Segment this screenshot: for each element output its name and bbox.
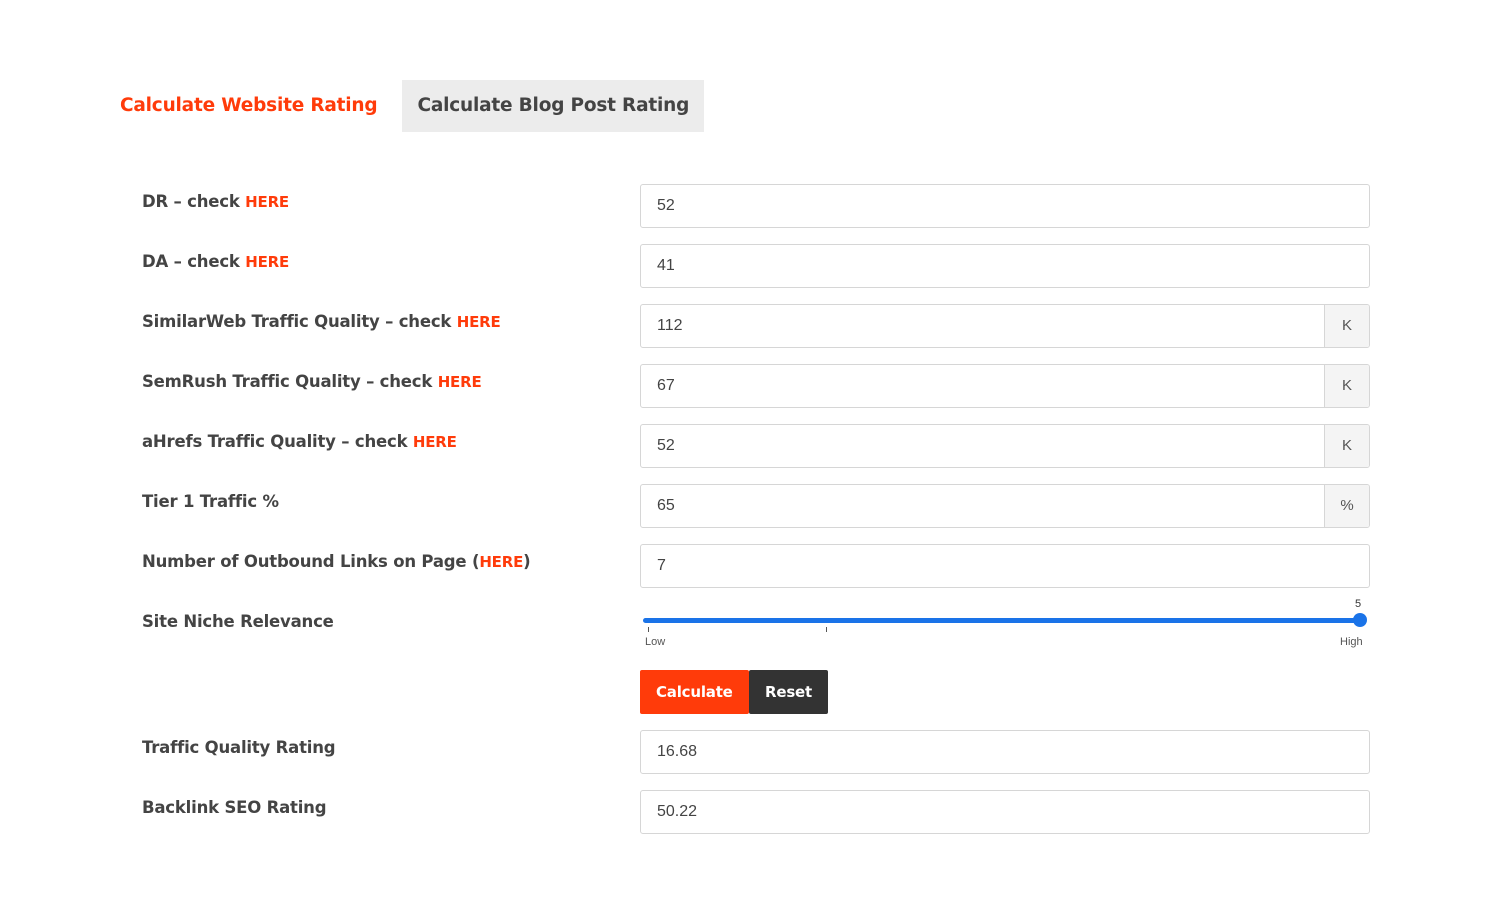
traffic-quality-rating-output	[641, 731, 1369, 773]
outbound-links-label: Number of Outbound Links on Page (HERE)	[142, 552, 531, 571]
slider-track[interactable]	[643, 618, 1361, 623]
dr-label: DR – check HERE	[142, 192, 289, 211]
similarweb-check-link[interactable]: HERE	[457, 313, 501, 331]
backlink-seo-rating-field	[640, 790, 1370, 834]
da-label: DA – check HERE	[142, 252, 290, 271]
dr-input[interactable]	[641, 185, 1369, 227]
niche-relevance-slider[interactable]: 5 Low High	[640, 598, 1370, 653]
dr-field	[640, 184, 1370, 228]
ahrefs-label: aHrefs Traffic Quality – check HERE	[142, 432, 457, 451]
rating-tabs: Calculate Website Rating Calculate Blog …	[100, 80, 705, 132]
ahrefs-unit-addon: K	[1324, 425, 1369, 467]
semrush-field: K	[640, 364, 1370, 408]
outbound-links-input[interactable]	[641, 545, 1369, 587]
calculate-button[interactable]: Calculate	[640, 670, 749, 714]
dr-check-link[interactable]: HERE	[245, 193, 289, 211]
slider-value: 5	[1355, 598, 1362, 610]
outbound-links-check-link[interactable]: HERE	[479, 553, 523, 571]
backlink-seo-rating-label: Backlink SEO Rating	[142, 798, 327, 817]
outbound-links-field	[640, 544, 1370, 588]
traffic-quality-rating-label: Traffic Quality Rating	[142, 738, 336, 757]
similarweb-field: K	[640, 304, 1370, 348]
similarweb-input[interactable]	[641, 305, 1324, 347]
semrush-unit-addon: K	[1324, 365, 1369, 407]
backlink-seo-rating-output	[641, 791, 1369, 833]
tier1-input[interactable]	[641, 485, 1324, 527]
tier1-field: %	[640, 484, 1370, 528]
slider-low-label: Low	[645, 636, 666, 648]
semrush-label: SemRush Traffic Quality – check HERE	[142, 372, 482, 391]
reset-button[interactable]: Reset	[749, 670, 828, 714]
tier1-label: Tier 1 Traffic %	[142, 492, 279, 511]
da-field	[640, 244, 1370, 288]
tab-calculate-website-rating[interactable]: Calculate Website Rating	[100, 80, 402, 132]
ahrefs-check-link[interactable]: HERE	[413, 433, 457, 451]
ahrefs-input[interactable]	[641, 425, 1324, 467]
slider-tick-mid	[826, 627, 827, 632]
tab-calculate-blog-post-rating[interactable]: Calculate Blog Post Rating	[402, 80, 705, 132]
slider-tick-low	[648, 627, 649, 632]
similarweb-unit-addon: K	[1324, 305, 1369, 347]
tier1-unit-addon: %	[1324, 485, 1369, 527]
da-input[interactable]	[641, 245, 1369, 287]
traffic-quality-rating-field	[640, 730, 1370, 774]
similarweb-label: SimilarWeb Traffic Quality – check HERE	[142, 312, 501, 331]
semrush-check-link[interactable]: HERE	[438, 373, 482, 391]
ahrefs-field: K	[640, 424, 1370, 468]
slider-high-label: High	[1340, 636, 1363, 648]
da-check-link[interactable]: HERE	[245, 253, 289, 271]
semrush-input[interactable]	[641, 365, 1324, 407]
niche-relevance-label: Site Niche Relevance	[142, 612, 334, 631]
slider-handle[interactable]	[1353, 613, 1367, 627]
